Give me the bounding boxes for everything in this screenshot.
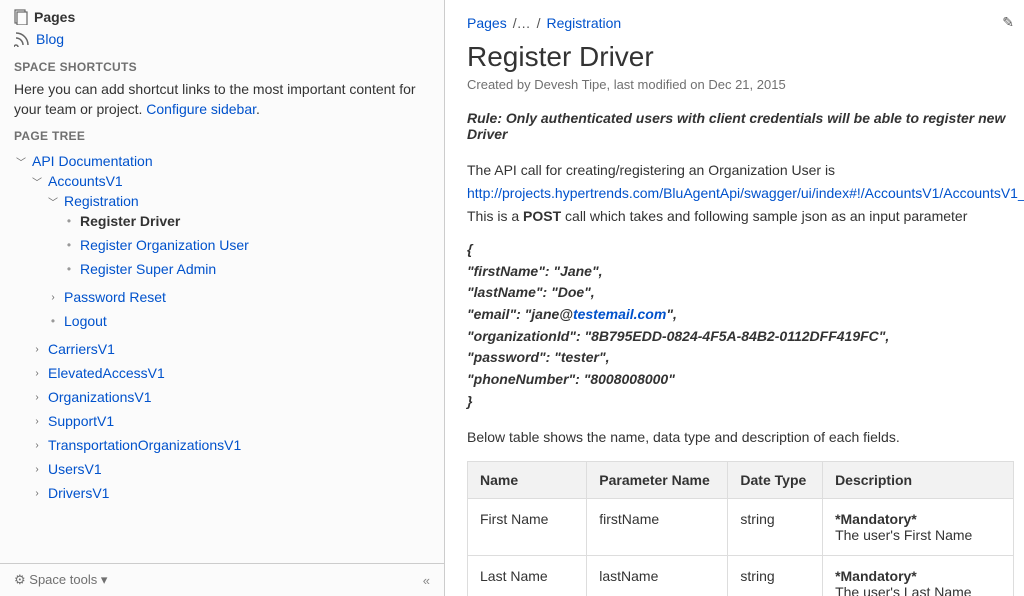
shortcuts-help: Here you can add shortcut links to the m… xyxy=(14,80,432,119)
table-intro: Below table shows the name, data type an… xyxy=(467,429,1014,445)
page-tree-header: PAGE TREE xyxy=(14,129,432,143)
th-desc: Description xyxy=(823,461,1014,498)
api-url-link[interactable]: http://projects.hypertrends.com/BluAgent… xyxy=(467,185,1024,201)
tree-item-registration[interactable]: ﹀ Registration xyxy=(46,193,432,209)
chevron-down-icon[interactable]: ﹀ xyxy=(14,154,28,169)
th-param: Parameter Name xyxy=(587,461,728,498)
tree-item-logout[interactable]: • Logout xyxy=(46,313,432,329)
tree-item-register-super-admin[interactable]: • Register Super Admin xyxy=(62,261,432,277)
caret-down-icon: ▾ xyxy=(101,572,108,587)
th-type: Date Type xyxy=(728,461,823,498)
nav-pages[interactable]: Pages xyxy=(14,6,432,28)
chevron-right-icon[interactable]: › xyxy=(30,344,44,355)
tree-link[interactable]: ElevatedAccessV1 xyxy=(48,365,165,381)
configure-sidebar-link[interactable]: Configure sidebar xyxy=(146,101,256,117)
http-method: POST xyxy=(523,208,561,224)
tree-item-register-driver[interactable]: • Register Driver xyxy=(62,213,432,229)
chevron-right-icon[interactable]: › xyxy=(46,292,60,303)
breadcrumb: Pages /… / Registration ✎ xyxy=(467,14,1014,31)
bullet-icon: • xyxy=(62,262,76,276)
main-content: Pages /… / Registration ✎ Register Drive… xyxy=(445,0,1024,596)
tree-link[interactable]: Password Reset xyxy=(64,289,166,305)
tree-link[interactable]: Register Super Admin xyxy=(80,261,216,277)
chevron-right-icon[interactable]: › xyxy=(30,440,44,451)
edit-icon[interactable]: ✎ xyxy=(1002,14,1014,31)
breadcrumb-sep2: / xyxy=(537,15,541,31)
tree-item-users[interactable]: › UsersV1 xyxy=(30,461,432,477)
table-header-row: Name Parameter Name Date Type Descriptio… xyxy=(468,461,1014,498)
bullet-icon: • xyxy=(46,314,60,328)
gear-icon: ⚙ xyxy=(14,572,26,588)
tree-current: Register Driver xyxy=(80,213,180,229)
json-sample: { "firstName": "Jane", "lastName": "Doe"… xyxy=(467,239,1014,413)
tree-link[interactable]: TransportationOrganizationsV1 xyxy=(48,437,241,453)
api-url-line: http://projects.hypertrends.com/BluAgent… xyxy=(467,183,1014,204)
pages-label: Pages xyxy=(34,9,75,25)
rss-icon xyxy=(14,31,30,47)
tree-link[interactable]: Registration xyxy=(64,193,139,209)
nav-blog[interactable]: Blog xyxy=(14,28,432,50)
sidebar: Pages Blog SPACE SHORTCUTS Here you can … xyxy=(0,0,445,596)
shortcuts-header: SPACE SHORTCUTS xyxy=(14,60,432,74)
intro-line2: This is a POST call which takes and foll… xyxy=(467,206,1014,227)
blog-link[interactable]: Blog xyxy=(36,31,64,47)
chevron-right-icon[interactable]: › xyxy=(30,392,44,403)
tree-item-api-documentation[interactable]: ﹀ API Documentation xyxy=(14,153,432,169)
collapse-sidebar-button[interactable]: « xyxy=(423,573,430,588)
chevron-right-icon[interactable]: › xyxy=(30,368,44,379)
tree-item-register-org-user[interactable]: • Register Organization User xyxy=(62,237,432,253)
chevron-down-icon[interactable]: ﹀ xyxy=(30,174,44,189)
tree-link[interactable]: CarriersV1 xyxy=(48,341,115,357)
chevron-right-icon[interactable]: › xyxy=(30,488,44,499)
tree-link[interactable]: SupportV1 xyxy=(48,413,114,429)
table-row: First Name firstName string *Mandatory*T… xyxy=(468,498,1014,555)
space-tools-label: Space tools xyxy=(29,572,97,587)
tree-link[interactable]: Logout xyxy=(64,313,107,329)
rule-text: Rule: Only authenticated users with clie… xyxy=(467,110,1014,142)
chevron-right-icon[interactable]: › xyxy=(30,416,44,427)
tree-item-elevated[interactable]: › ElevatedAccessV1 xyxy=(30,365,432,381)
tree-item-accounts[interactable]: ﹀ AccountsV1 xyxy=(30,173,432,189)
sidebar-content: Pages Blog SPACE SHORTCUTS Here you can … xyxy=(0,0,444,563)
pages-icon xyxy=(14,9,28,25)
chevron-down-icon[interactable]: ﹀ xyxy=(46,194,60,209)
page-tree: ﹀ API Documentation ﹀ AccountsV1 ﹀ xyxy=(14,149,432,509)
tree-link[interactable]: AccountsV1 xyxy=(48,173,123,189)
tree-link[interactable]: Register Organization User xyxy=(80,237,249,253)
chevron-right-icon[interactable]: › xyxy=(30,464,44,475)
sidebar-footer: ⚙ Space tools ▾ « xyxy=(0,563,444,596)
tree-link[interactable]: API Documentation xyxy=(32,153,153,169)
breadcrumb-sep: /… xyxy=(513,15,531,31)
th-name: Name xyxy=(468,461,587,498)
fields-table: Name Parameter Name Date Type Descriptio… xyxy=(467,461,1014,596)
tree-item-carriers[interactable]: › CarriersV1 xyxy=(30,341,432,357)
space-tools-button[interactable]: ⚙ Space tools ▾ xyxy=(14,572,107,588)
bullet-icon: • xyxy=(62,238,76,252)
bullet-icon: • xyxy=(62,214,76,228)
tree-item-organizations[interactable]: › OrganizationsV1 xyxy=(30,389,432,405)
intro-line1: The API call for creating/registering an… xyxy=(467,160,1014,181)
page-title: Register Driver xyxy=(467,41,1014,73)
page-byline: Created by Devesh Tipe, last modified on… xyxy=(467,77,1014,92)
tree-link[interactable]: OrganizationsV1 xyxy=(48,389,152,405)
tree-item-password-reset[interactable]: › Password Reset xyxy=(46,289,432,305)
tree-item-transportation[interactable]: › TransportationOrganizationsV1 xyxy=(30,437,432,453)
email-domain-link[interactable]: testemail.com xyxy=(573,306,666,322)
breadcrumb-pages[interactable]: Pages xyxy=(467,15,507,31)
tree-item-support[interactable]: › SupportV1 xyxy=(30,413,432,429)
table-row: Last Name lastName string *Mandatory*The… xyxy=(468,555,1014,596)
tree-item-drivers[interactable]: › DriversV1 xyxy=(30,485,432,501)
breadcrumb-registration[interactable]: Registration xyxy=(546,15,621,31)
tree-link[interactable]: UsersV1 xyxy=(48,461,102,477)
tree-link[interactable]: DriversV1 xyxy=(48,485,109,501)
